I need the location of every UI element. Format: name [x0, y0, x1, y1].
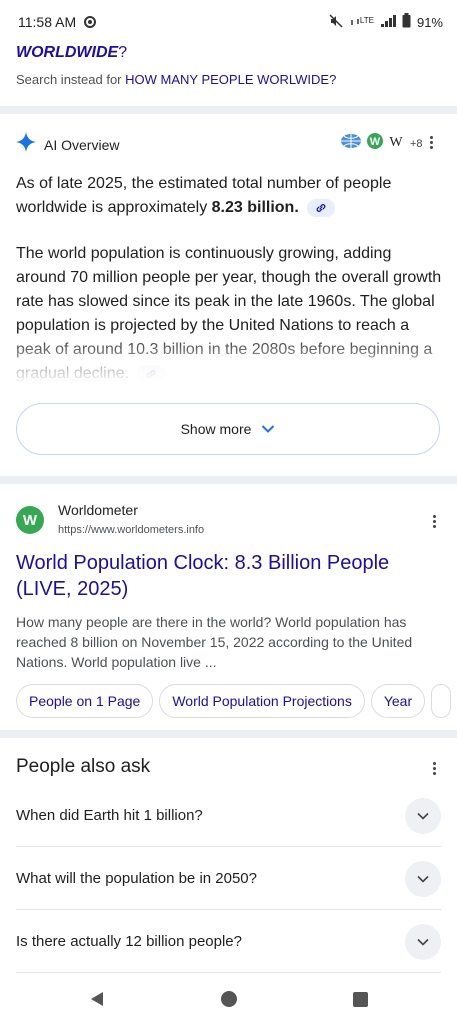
paa-question[interactable]: When did Earth hit 1 billion? — [16, 785, 441, 847]
signal-icon — [380, 14, 396, 31]
home-icon[interactable] — [219, 990, 239, 1015]
ai-overview-more-icon[interactable] — [422, 133, 440, 151]
worldometer-favicon[interactable]: W — [16, 506, 44, 534]
ai-answer: As of late 2025, the estimated total num… — [16, 172, 436, 220]
battery-icon — [402, 13, 411, 31]
system-nav-bar — [0, 982, 457, 1023]
wikipedia-source-icon: W — [388, 133, 404, 154]
globe-source-icon — [340, 133, 362, 154]
sitelink-chip[interactable]: People on 1 Page — [16, 684, 154, 718]
show-more-label: Show more — [180, 421, 252, 437]
result-more-icon[interactable] — [425, 512, 443, 530]
chevron-down-icon — [261, 421, 275, 437]
paa-question-text: Is there actually 12 billion people? — [16, 933, 242, 950]
svg-text:W: W — [389, 135, 403, 149]
source-count: +8 — [410, 137, 423, 150]
corrected-query-text[interactable]: WORLDWIDE — [16, 44, 118, 61]
paa-question-text: What will the population be in 2050? — [16, 870, 257, 887]
search-result: W Worldometer https://www.worldometers.i… — [0, 484, 457, 724]
mute-icon — [328, 13, 344, 31]
battery-level: 91% — [416, 14, 443, 30]
svg-text:W: W — [370, 136, 381, 148]
corrected-query-link[interactable]: WORLDWIDE? — [16, 44, 127, 62]
sitelinks: People on 1 Page World Population Projec… — [16, 684, 452, 718]
section-separator — [0, 106, 457, 114]
show-more-button[interactable]: Show more — [16, 403, 440, 455]
sparkle-icon — [16, 132, 36, 157]
sitelink-chip[interactable]: Year — [370, 684, 426, 718]
chrome-icon — [84, 16, 97, 28]
worldometer-source-icon: W — [366, 132, 384, 155]
ai-overview-header: AI Overview — [16, 132, 119, 157]
sitelink-chip-partial[interactable] — [431, 684, 452, 718]
sitelink-chip[interactable]: World Population Projections — [159, 684, 365, 718]
search-instead: Search instead for HOW MANY PEOPLE WORLW… — [16, 72, 336, 87]
result-url[interactable]: https://www.worldometers.info — [58, 524, 204, 536]
paa-question[interactable]: What will the population be in 2050? — [16, 848, 441, 910]
ai-answer-period: . — [294, 199, 299, 216]
section-separator — [0, 730, 457, 738]
recents-icon[interactable] — [352, 990, 368, 1013]
search-instead-label: Search instead for — [16, 72, 122, 87]
text-fade — [0, 338, 457, 384]
corrected-query-suffix: ? — [118, 44, 128, 61]
paa-more-icon[interactable] — [425, 759, 443, 777]
spelling-correction: WORLDWIDE? Search instead for HOW MANY P… — [0, 44, 457, 106]
expand-chevron-icon[interactable] — [405, 860, 441, 897]
lte-icon: LTE — [350, 17, 374, 27]
sources-chip[interactable]: W W +8 — [340, 132, 423, 155]
people-also-ask: People also ask When did Earth hit 1 bil… — [0, 740, 457, 980]
citation-link-icon[interactable] — [307, 198, 336, 217]
status-time: 11:58 AM — [18, 14, 77, 30]
expand-chevron-icon[interactable] — [405, 797, 441, 834]
ai-overview-title: AI Overview — [44, 136, 120, 153]
back-icon[interactable] — [88, 990, 106, 1013]
paa-question-text: When did Earth hit 1 billion? — [16, 807, 203, 824]
ai-answer-text: As of late 2025, the estimated total num… — [16, 175, 392, 216]
paa-title: People also ask — [16, 756, 151, 777]
status-bar: 11:58 AM LTE 91% — [0, 0, 457, 44]
ai-overview: AI Overview W W +8 As of late 2025, the … — [0, 114, 457, 476]
section-separator — [0, 476, 457, 484]
result-snippet: How many people are there in the world? … — [16, 614, 413, 670]
favicon-letter: W — [22, 511, 38, 529]
result-site-name[interactable]: Worldometer — [58, 502, 138, 518]
paa-question[interactable]: Is there actually 12 billion people? — [16, 911, 441, 973]
ai-answer-value: 8.23 billion — [211, 199, 295, 216]
original-query-link[interactable]: HOW MANY PEOPLE WORLWIDE? — [125, 72, 336, 87]
expand-chevron-icon[interactable] — [405, 923, 441, 960]
result-title-link[interactable]: World Population Clock: 8.3 Billion Peop… — [16, 550, 416, 602]
